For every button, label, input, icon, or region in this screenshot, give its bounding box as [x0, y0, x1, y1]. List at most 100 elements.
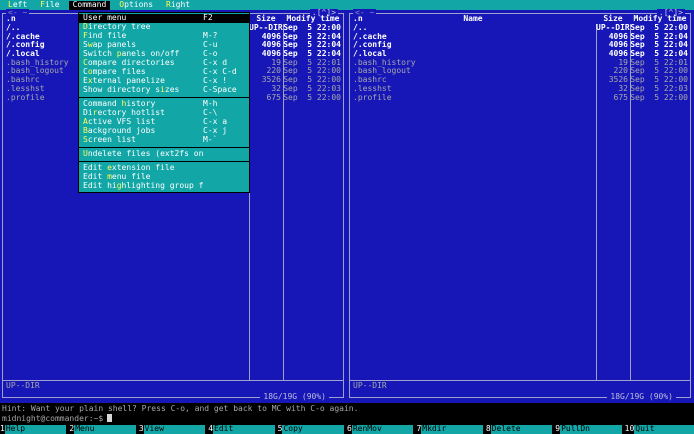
menu-item-command-history[interactable]: Command history M-h	[79, 99, 249, 109]
hotkey-letter: D	[83, 23, 88, 31]
menu-item-label: Show directory sizes	[83, 86, 180, 94]
menu-item-label: Command history	[83, 100, 156, 108]
file-mtime: Sep 5 22:00	[283, 92, 341, 102]
menu-item-label: Edit extension file	[83, 164, 175, 172]
hotkey-letter: A	[83, 118, 88, 126]
menu-item-shortcut	[203, 164, 245, 173]
menu-item-label: Swap panels	[83, 41, 137, 49]
menu-item-shortcut	[203, 182, 245, 191]
menu-item-label: Directory hotlist	[83, 109, 165, 117]
free-space-label: 18G/19G (90%)	[607, 393, 676, 402]
menu-item-shortcut: F2	[203, 13, 213, 22]
shell-prompt[interactable]: midnight@commander:~$	[2, 414, 113, 424]
file-row-profile[interactable]: .profile 675 Sep 5 22:00	[350, 92, 690, 103]
fkey-7-mkdir[interactable]: 7 Mkdir	[416, 424, 485, 434]
file-size: 675	[266, 92, 281, 102]
hotkey-letter: U	[83, 150, 88, 158]
file-name: .profile	[353, 93, 392, 102]
mini-status: UP--DIR	[353, 381, 387, 390]
hint-line: Hint: Want your plain shell? Press C-o, …	[2, 404, 359, 413]
menu-item-label: External panelize	[83, 77, 165, 85]
hotkey-letter: F	[40, 0, 46, 9]
file-size: 675	[613, 92, 628, 102]
menu-item-edit-extension-file[interactable]: Edit extension file	[79, 164, 249, 173]
function-key-bar: 1 Help 2 Menu 3 View 4 Edit 5 Copy 6 RenMov 7 Mkdir 8 D…	[0, 424, 694, 434]
prompt-text: midnight@commander:~$	[2, 414, 104, 423]
file-name: .bashrc	[353, 76, 387, 85]
hotkey-letter: F	[83, 32, 88, 40]
hotkey-letter: h	[121, 100, 127, 108]
fkey-6-renmov[interactable]: 6 RenMov	[347, 424, 416, 434]
menu-item-user-menu[interactable]: User menu F2	[79, 13, 249, 23]
hotkey-letter: C	[83, 59, 88, 67]
mini-status: UP--DIR	[6, 381, 40, 390]
menu-item-show-directory-sizes[interactable]: Show directory sizes C-Space	[79, 85, 249, 95]
fkey-label: View	[143, 424, 206, 434]
menu-bar: Left File Command Options Right	[0, 0, 694, 11]
menu-item-edit-menu-file[interactable]: Edit menu file	[79, 173, 249, 182]
fkey-2-menu[interactable]: 2 Menu	[69, 424, 138, 434]
hotkey-letter: R	[166, 0, 171, 9]
hotkey-letter: x	[87, 77, 93, 85]
menu-item-shortcut: M-`	[203, 135, 218, 144]
fkey-5-copy[interactable]: 5 Copy	[278, 424, 347, 434]
fkey-label: RenMov	[351, 424, 414, 434]
menu-item-undelete-files-ext2fs-only[interactable]: Undelete files (ext2fs only)	[79, 150, 249, 159]
right-panel: <- ~ .[^]> Name Size Modify time .n /.. U…	[349, 8, 691, 402]
fkey-label: Copy	[282, 424, 345, 434]
file-name: .bash_history	[353, 58, 416, 67]
menu-item-background-jobs[interactable]: Background jobs C-x j	[79, 126, 249, 136]
mc-window: LeftFileCommandOptionsRight <- ~ .[^]> N…	[0, 0, 694, 434]
fkey-label: Edit	[213, 424, 275, 434]
menu-item-label: Undelete files (ext2fs only)	[83, 150, 203, 158]
menu-item-label: Screen list	[83, 136, 136, 144]
fkey-9-pulldn[interactable]: 9 PullDn	[555, 424, 624, 434]
menu-separator	[79, 97, 249, 98]
menu-item-shortcut	[203, 173, 245, 182]
file-mtime: Sep 5 22:00	[630, 92, 688, 102]
menu-item-swap-panels[interactable]: Swap panels C-u	[79, 40, 249, 50]
menu-separator	[79, 161, 249, 162]
column-header-name[interactable]: Name	[350, 14, 596, 24]
file-name: /.local	[353, 50, 387, 59]
hotkey-letter: i	[160, 86, 165, 94]
menu-item-shortcut	[203, 150, 245, 159]
menu-item-label: Switch panels on/off	[83, 50, 180, 58]
hotkey-letter: C	[72, 0, 78, 9]
hotkey-letter: w	[87, 41, 93, 49]
mini-status-divider	[3, 380, 343, 381]
hotkey-letter: U	[83, 14, 88, 22]
fkey-8-delete[interactable]: 8 Delete	[486, 424, 555, 434]
fkey-label: Delete	[490, 424, 553, 434]
menu-item-label: Edit menu file	[83, 173, 151, 181]
hotkey-letter: g	[116, 182, 122, 190]
menu-item-directory-tree[interactable]: Directory tree	[79, 23, 249, 32]
menu-item-label: User menu	[83, 14, 127, 22]
menu-item-label: Compare files	[83, 68, 146, 76]
command-dropdown-menu: User menu F2 Directory tree Find file M-? Swa…	[78, 12, 250, 193]
menu-item-label: Compare directories	[83, 59, 175, 67]
menu-item-label: Directory tree	[83, 23, 151, 31]
menu-item-find-file[interactable]: Find file M-?	[79, 31, 249, 41]
menu-item-label: Active VFS list	[83, 118, 156, 126]
fkey-label: Quit	[634, 424, 694, 434]
fkey-3-view[interactable]: 3 View	[139, 424, 208, 434]
file-name: .bash_logout	[353, 67, 411, 76]
cursor-block	[107, 414, 113, 422]
hotkey-letter: B	[83, 127, 88, 135]
file-list: /.. UP--DIR Sep 5 22:00/.cache 4096 Sep 5 22…	[350, 23, 690, 103]
fkey-1-help[interactable]: 1 Help	[0, 424, 69, 434]
file-name: /.cache	[353, 32, 387, 41]
fkey-label: Help	[4, 424, 67, 434]
mini-status-divider	[350, 380, 690, 381]
hotkey-letter: p	[116, 50, 122, 58]
menu-item-label: Edit highlighting group file	[83, 182, 203, 190]
menu-item-label: Background jobs	[83, 127, 156, 135]
menu-item-edit-highlighting-group-file[interactable]: Edit highlighting group file	[79, 182, 249, 191]
fkey-4-edit[interactable]: 4 Edit	[208, 424, 277, 434]
file-name: .lesshst	[353, 84, 392, 93]
fkey-10-quit[interactable]: 10 Quit	[625, 424, 694, 434]
hotkey-letter: r	[92, 109, 98, 117]
fkey-label: PullDn	[560, 424, 622, 434]
menu-item-screen-list[interactable]: Screen list M-`	[79, 135, 249, 145]
